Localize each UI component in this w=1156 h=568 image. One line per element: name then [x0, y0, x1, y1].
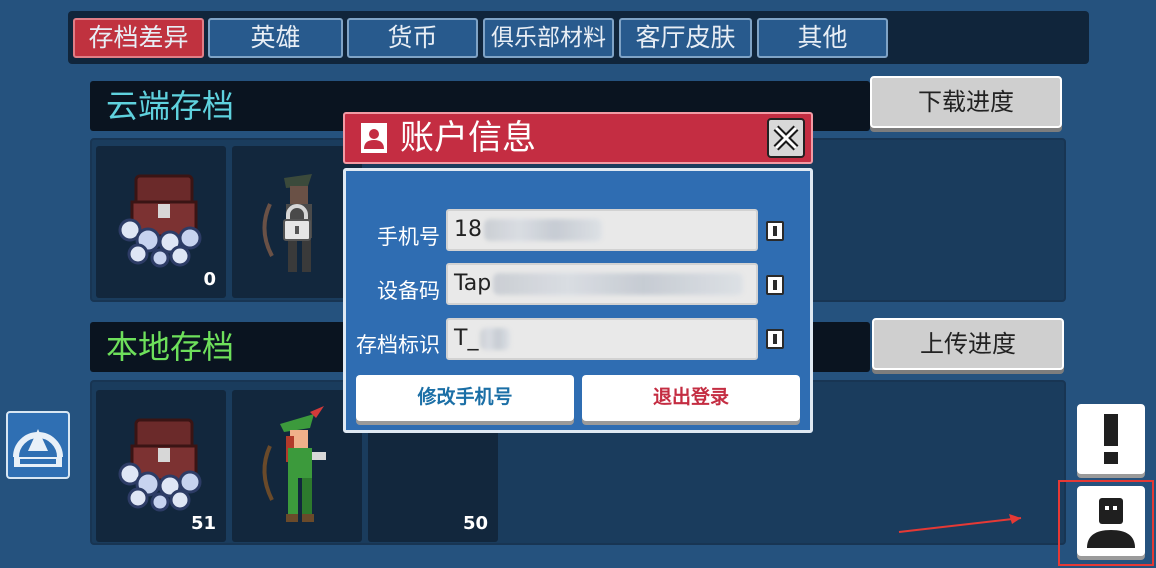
redacted-blur: [480, 328, 511, 350]
notice-button[interactable]: [1077, 404, 1145, 474]
modal-title: 账户信息: [400, 118, 536, 158]
tab-bar: 存档差异 英雄 货币 俱乐部材料 客厅皮肤 其他: [68, 11, 1089, 64]
close-button[interactable]: [767, 118, 805, 158]
copy-phone-icon[interactable]: [766, 221, 784, 241]
phone-field: 18: [446, 209, 758, 251]
exclamation-icon: [1104, 414, 1118, 464]
archer-hero-icon: [262, 406, 326, 522]
change-phone-button[interactable]: 修改手机号: [356, 375, 574, 421]
phone-label: 手机号: [377, 225, 440, 249]
treasure-chest-icon: [118, 418, 202, 512]
download-progress-button[interactable]: 下载进度: [870, 76, 1062, 128]
redacted-blur: [484, 219, 602, 241]
save-id-label: 存档标识: [356, 333, 440, 357]
tab-lobby-skins[interactable]: 客厅皮肤: [619, 18, 752, 58]
device-code-label: 设备码: [377, 279, 440, 303]
copy-save-id-icon[interactable]: [766, 329, 784, 349]
contact-card-icon: [355, 123, 387, 153]
upload-progress-button[interactable]: 上传进度: [872, 318, 1064, 370]
club-badge-button[interactable]: [6, 411, 70, 479]
device-code-value: Tap: [454, 271, 492, 296]
slot-count: 51: [190, 513, 216, 534]
tab-currency[interactable]: 货币: [347, 18, 478, 58]
close-icon: [773, 125, 799, 151]
lock-icon: [283, 204, 311, 241]
account-info-body: 手机号 18 设备码 Tap 存档标识 T_ 修改手机号 退出登录: [343, 168, 813, 433]
device-code-field: Tap: [446, 263, 758, 305]
save-id-value: T_: [454, 326, 479, 351]
tab-save-diff[interactable]: 存档差异: [73, 18, 204, 58]
slot-count: 0: [203, 269, 216, 290]
account-info-header: 账户信息: [343, 112, 813, 164]
tab-club-materials[interactable]: 俱乐部材料: [483, 18, 614, 58]
club-logo-icon: [13, 429, 63, 467]
treasure-chest-icon: [118, 174, 202, 268]
tab-heroes[interactable]: 英雄: [208, 18, 343, 58]
phone-value: 18: [454, 217, 482, 242]
tab-other[interactable]: 其他: [757, 18, 888, 58]
highlight-annotation: [1058, 480, 1154, 566]
arrow-annotation: [898, 514, 1022, 533]
logout-button[interactable]: 退出登录: [582, 375, 800, 421]
slot-count: 50: [462, 513, 488, 534]
copy-device-code-icon[interactable]: [766, 275, 784, 295]
local-slot-chest[interactable]: 51: [96, 390, 226, 542]
cloud-slot-chest[interactable]: 0: [96, 146, 226, 298]
redacted-blur: [493, 273, 744, 295]
save-id-field: T_: [446, 318, 758, 360]
